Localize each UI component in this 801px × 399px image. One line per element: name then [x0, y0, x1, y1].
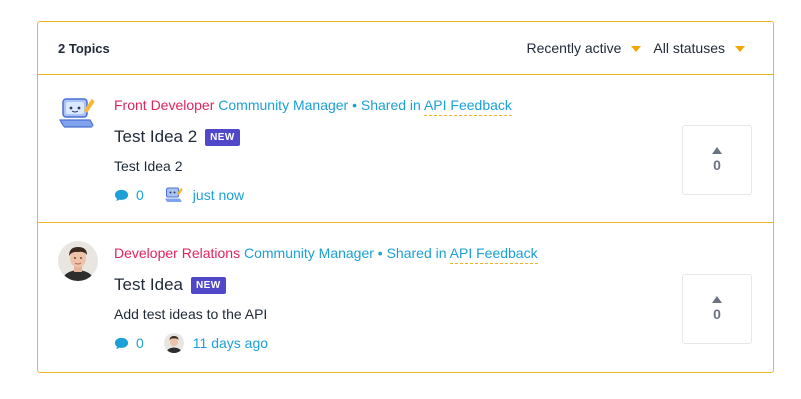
title-row: Test Idea NEW [114, 275, 226, 295]
topic-footer: 0 just now [114, 185, 244, 205]
new-badge: NEW [205, 128, 240, 146]
activity-time[interactable]: just now [193, 187, 244, 203]
sort-dropdown[interactable]: Recently active [526, 40, 642, 56]
topic-title[interactable]: Test Idea [114, 275, 183, 295]
topic-title[interactable]: Test Idea 2 [114, 127, 197, 147]
topic-footer: 0 11 days ago [114, 333, 268, 353]
topic-item[interactable]: Developer Relations Community Manager • … [38, 223, 773, 371]
filters: Recently active All statuses [526, 40, 745, 56]
comment-count[interactable]: 0 [136, 187, 144, 203]
comment-count[interactable]: 0 [136, 335, 144, 351]
vote-count: 0 [713, 157, 721, 173]
caret-down-icon [631, 45, 642, 52]
comment-icon [114, 337, 129, 349]
title-row: Test Idea 2 NEW [114, 127, 240, 147]
category-link[interactable]: API Feedback [423, 97, 512, 116]
vote-count: 0 [713, 306, 721, 322]
shared-text: • Shared in [352, 97, 421, 113]
topic-excerpt: Add test ideas to the API [114, 306, 268, 322]
author-role[interactable]: Front Developer [114, 97, 214, 113]
person-photo-avatar [163, 333, 184, 353]
upvote-arrow-icon [712, 296, 722, 303]
panel-header: 2 Topics Recently active All statuses [38, 22, 773, 75]
topics-panel: 2 Topics Recently active All statuses Fr… [37, 21, 774, 373]
shared-text: • Shared in [377, 245, 447, 261]
topic-meta: Front Developer Community Manager • Shar… [114, 97, 512, 116]
caret-down-icon [735, 45, 745, 52]
upvote-button[interactable]: 0 [682, 274, 752, 344]
status-label: All statuses [653, 40, 725, 56]
topic-item[interactable]: Front Developer Community Manager • Shar… [38, 75, 773, 223]
author-title: Community Manager [243, 245, 374, 261]
sort-label: Recently active [526, 40, 622, 56]
topic-excerpt: Test Idea 2 [114, 158, 183, 174]
activity-time[interactable]: 11 days ago [193, 335, 268, 351]
upvote-button[interactable]: 0 [682, 125, 752, 195]
status-dropdown[interactable]: All statuses [653, 40, 745, 56]
laptop-mascot-avatar [163, 185, 184, 205]
comment-icon [114, 189, 129, 201]
new-badge: NEW [191, 276, 226, 294]
author-role[interactable]: Developer Relations [114, 245, 240, 261]
category-link[interactable]: API Feedback [449, 245, 538, 264]
topic-count: 2 Topics [58, 40, 110, 56]
author-title: Community Manager [218, 97, 349, 113]
topic-meta: Developer Relations Community Manager • … [114, 245, 538, 264]
laptop-mascot-avatar[interactable] [58, 93, 98, 133]
upvote-arrow-icon [712, 147, 722, 154]
person-photo-avatar[interactable] [58, 241, 98, 281]
